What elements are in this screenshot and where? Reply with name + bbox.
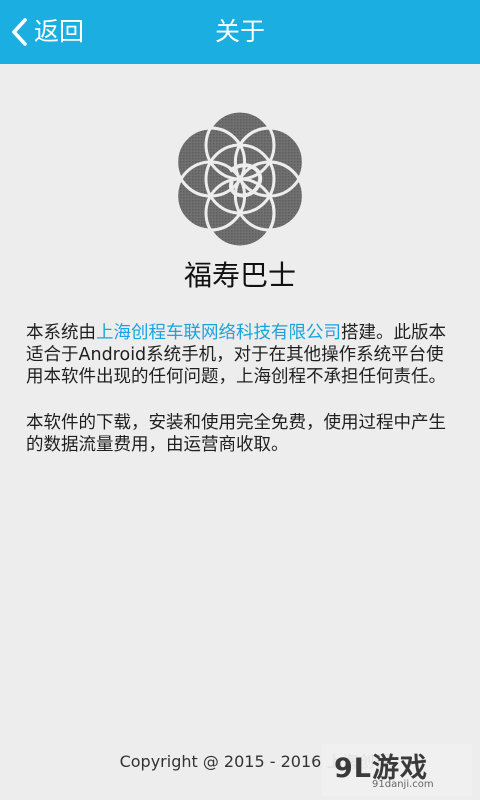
watermark-url: 91danji.com	[372, 779, 434, 790]
description-paragraph-2: 本软件的下载，安装和使用完全免费，使用过程中产生的数据流量费用，由运营商收取。	[26, 413, 446, 455]
company-link[interactable]: 上海创程车联网络科技有限公司	[96, 323, 341, 343]
page-title: 关于	[214, 17, 265, 46]
description-paragraph-1: 本系统由上海创程车联网络科技有限公司搭建。此版本适合于Android系统手机，对…	[26, 322, 456, 388]
site-watermark: 9L游戏 91danji.com	[322, 744, 472, 796]
title-bar: 返回 关于	[0, 0, 480, 64]
app-name: 福寿巴士	[183, 259, 296, 292]
app-logo	[175, 111, 305, 247]
description-text-start: 本系统由	[26, 323, 96, 343]
